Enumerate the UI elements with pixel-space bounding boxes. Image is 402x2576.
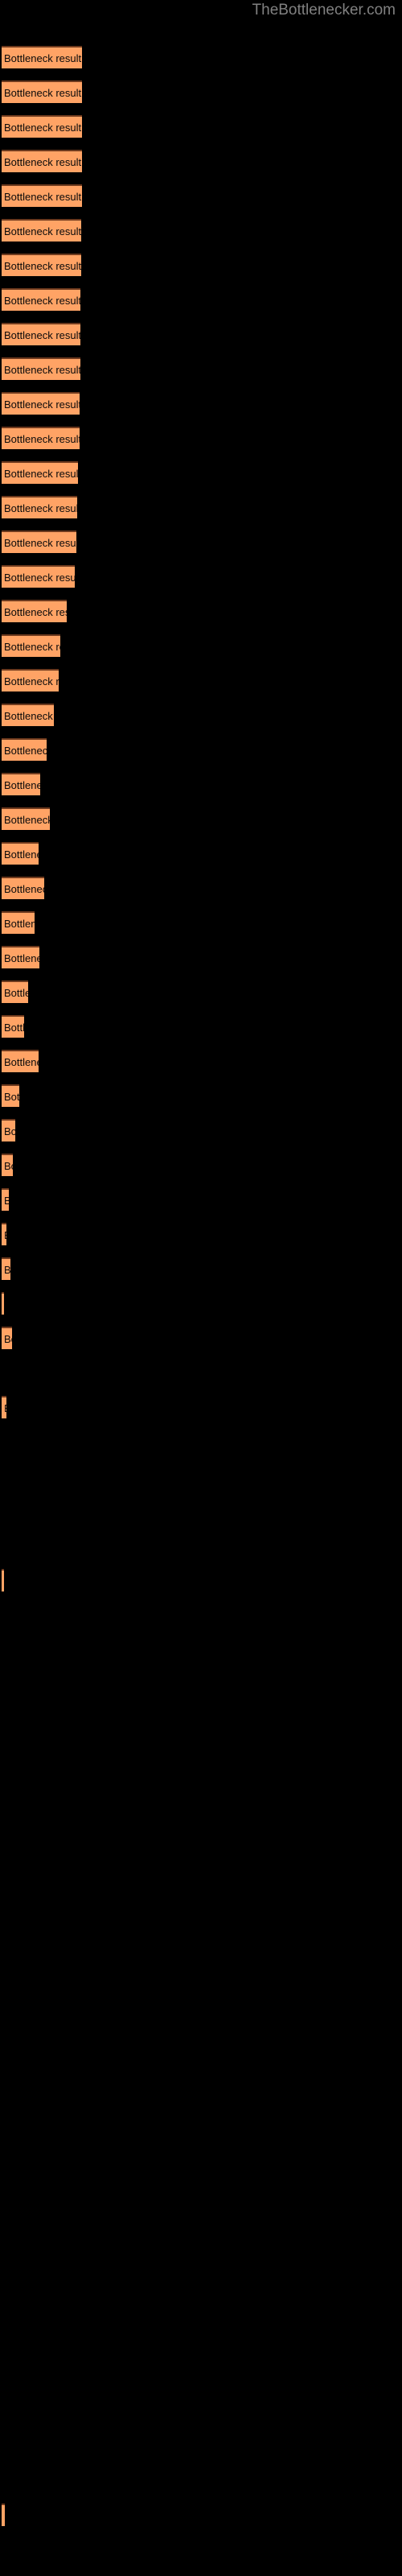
bottleneck-bar: Bottleneck result [2, 600, 67, 622]
bottleneck-bar: Bottleneck result [2, 2504, 5, 2526]
bar-label: Bottleneck result [4, 1193, 9, 1209]
bottleneck-bar: Bottleneck result [2, 1292, 4, 1315]
bar-label: Bottleneck result [4, 1091, 19, 1103]
bar-label: Bottleneck result [4, 502, 77, 514]
bar-label: Bottleneck result [4, 710, 54, 722]
bottleneck-bar: Bottleneck result [2, 980, 28, 1003]
bottleneck-bar: Bottleneck result [2, 254, 81, 276]
bar-label: Bottleneck result [4, 433, 80, 445]
bottleneck-bar: Bottleneck result [2, 634, 60, 657]
bar-label: Bottleneck result [4, 260, 81, 272]
bar-label: Bottleneck result [4, 641, 60, 653]
bar-label: Bottleneck result [4, 295, 80, 307]
bottleneck-bar: Bottleneck result [2, 150, 82, 172]
bottleneck-bar: Bottleneck result [2, 80, 82, 103]
bar-label: Bottleneck result [4, 848, 39, 861]
bottleneck-bar: Bottleneck result [2, 496, 77, 518]
bottleneck-bar: Bottleneck result [2, 219, 81, 242]
bottleneck-bar: Bottleneck result [2, 773, 40, 795]
bar-label: Bottleneck result [4, 745, 47, 757]
bottleneck-bar: Bottleneck result [2, 1119, 15, 1141]
bar-label: Bottleneck result [4, 918, 35, 930]
bottleneck-bar: Bottleneck result [2, 323, 80, 345]
bottleneck-bar: Bottleneck result [2, 1084, 19, 1107]
bottleneck-bar: Bottleneck result [2, 1188, 9, 1211]
bottleneck-bar: Bottleneck result [2, 669, 59, 691]
bar-label: Bottleneck result [4, 1056, 39, 1068]
bar-label: Bottleneck result [4, 537, 76, 549]
bar-label: Bottleneck result [4, 1125, 15, 1137]
bar-label: Bottleneck result [4, 1160, 13, 1172]
bottleneck-bar: Bottleneck result [2, 1257, 10, 1280]
bottleneck-bar: Bottleneck result [2, 1327, 12, 1349]
bar-label: Bottleneck result [4, 122, 82, 134]
bottleneck-bar: Bottleneck result [2, 1396, 6, 1418]
bottleneck-bar: Bottleneck result [2, 427, 80, 449]
bottleneck-bar: Bottleneck result [2, 704, 54, 726]
bar-label: Bottleneck result [4, 398, 80, 411]
bottleneck-bar: Bottleneck result [2, 946, 39, 968]
bottleneck-bar: Bottleneck result [2, 357, 80, 380]
bar-label: Bottleneck result [4, 779, 40, 791]
bottleneck-bar: Bottleneck result [2, 842, 39, 865]
bar-label: Bottleneck result [4, 52, 82, 64]
bottleneck-bar: Bottleneck result [2, 1050, 39, 1072]
bar-label: Bottleneck result [4, 87, 82, 99]
bar-label: Bottleneck result [4, 883, 44, 895]
bar-label: Bottleneck result [4, 2508, 5, 2524]
bar-label: Bottleneck result [4, 606, 67, 618]
bottleneck-bar: Bottleneck result [2, 565, 75, 588]
bar-label: Bottleneck result [4, 952, 39, 964]
bottleneck-bar: Bottleneck result [2, 184, 82, 207]
bottleneck-bar: Bottleneck result [2, 1154, 13, 1176]
bottleneck-bar: Bottleneck result [2, 288, 80, 311]
bar-label: Bottleneck result [4, 987, 28, 999]
bar-label: Bottleneck result [4, 468, 78, 480]
bar-label: Bottleneck result [4, 156, 82, 168]
bottleneck-bar: Bottleneck result [2, 392, 80, 415]
bar-label: Bottleneck result [4, 572, 75, 584]
bottleneck-bar: Bottleneck result [2, 807, 50, 830]
bar-label: Bottleneck result [4, 191, 82, 203]
bar-label: Bottleneck result [4, 1333, 12, 1345]
bottleneck-bar: Bottleneck result [2, 530, 76, 553]
bar-label: Bottleneck result [4, 329, 80, 341]
bar-label: Bottleneck result [4, 814, 50, 826]
bar-label: Bottleneck result [4, 225, 81, 237]
bottleneck-bar: Bottleneck result [2, 877, 44, 899]
bar-label: Bottleneck result [4, 1264, 10, 1276]
bar-label: Bottleneck result [4, 364, 80, 376]
bar-label: Bottleneck result [4, 1022, 24, 1034]
bottleneck-bar-chart: Bottleneck result Bottleneck result Bottle… [0, 0, 402, 2576]
bar-label: Bottleneck result [4, 1228, 6, 1244]
bottleneck-bar: Bottleneck result [2, 46, 82, 68]
bottleneck-bar: Bottleneck result [2, 911, 35, 934]
bar-label: Bottleneck result [4, 1401, 6, 1417]
bar-label: Bottleneck result [4, 675, 59, 687]
bottleneck-bar: Bottleneck result [2, 1015, 24, 1038]
bottleneck-bar: Bottleneck result [2, 115, 82, 138]
bottleneck-bar: Bottleneck result [2, 1569, 4, 1591]
bottleneck-bar: Bottleneck result [2, 1223, 6, 1245]
bottleneck-bar: Bottleneck result [2, 461, 78, 484]
bottleneck-bar: Bottleneck result [2, 738, 47, 761]
